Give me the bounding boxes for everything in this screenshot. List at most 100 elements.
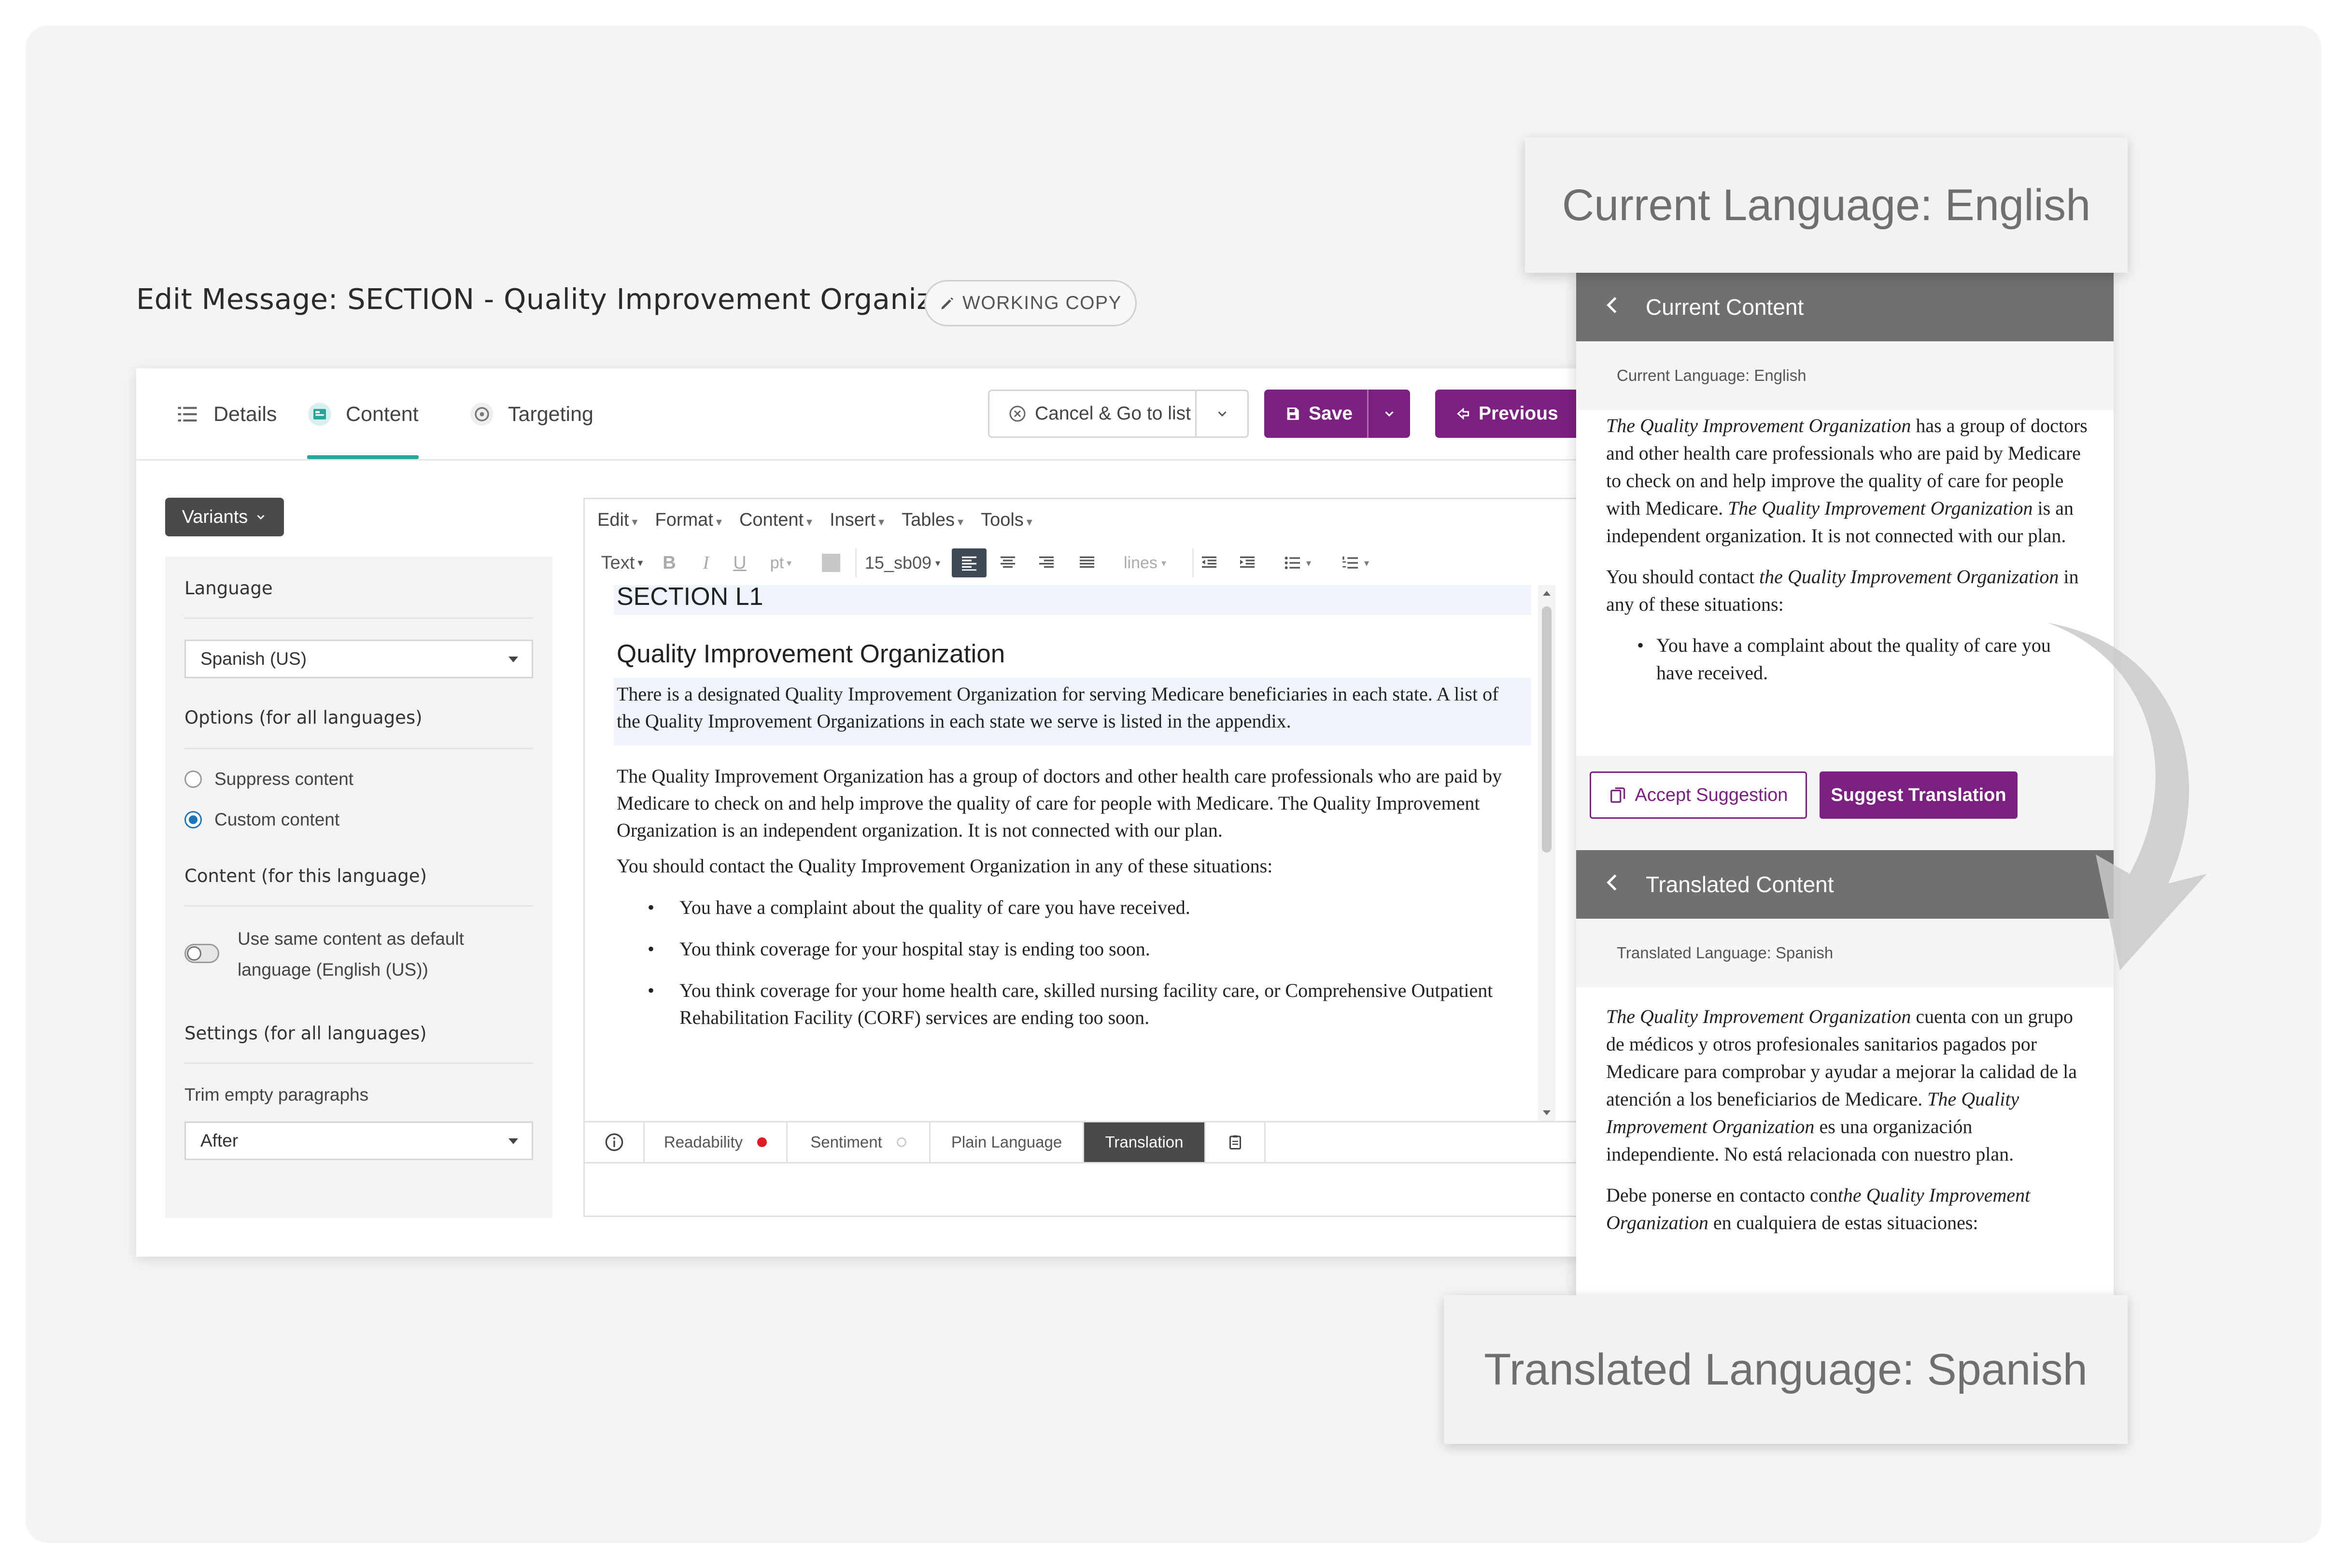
suggest-translation-button[interactable]: Suggest Translation <box>1820 771 2018 819</box>
same-content-toggle[interactable] <box>184 944 219 963</box>
readability-label: Readability <box>663 1133 743 1151</box>
variants-button[interactable]: Variants <box>165 498 284 536</box>
divider <box>184 905 533 907</box>
align-left-icon <box>962 556 976 571</box>
list-item: You think coverage for your hospital sta… <box>617 936 1524 963</box>
tab-targeting[interactable]: Targeting <box>469 392 593 436</box>
settings-label: Settings (for all languages) <box>184 1023 427 1044</box>
cancel-circle-icon <box>1009 406 1026 422</box>
menu-format[interactable]: Format ▾ <box>655 510 722 531</box>
numbered-list-button[interactable]: ▾ <box>1328 548 1382 577</box>
suppress-content-label: Suppress content <box>214 769 353 789</box>
caret-down-icon <box>508 1138 518 1144</box>
font-size-dropdown[interactable]: pt ▾ <box>762 548 800 577</box>
options-label: Options (for all languages) <box>184 707 423 728</box>
save-button[interactable]: Save <box>1264 390 1410 438</box>
italic-button[interactable]: I <box>694 548 718 577</box>
save-dropdown-toggle[interactable] <box>1367 390 1410 438</box>
line-height-dropdown[interactable]: lines ▾ <box>1111 548 1179 577</box>
clipboard-button[interactable] <box>1206 1122 1266 1162</box>
editor-scrollbar[interactable] <box>1538 585 1555 1121</box>
current-content-header[interactable]: Current Content <box>1576 273 2114 341</box>
scroll-up-arrow-icon[interactable] <box>1543 591 1551 596</box>
bullet-list-button[interactable]: ▾ <box>1270 548 1324 577</box>
rich-text-editor: Edit ▾ Format ▾ Content ▾ Insert ▾ Tables ▾ T… <box>583 498 1585 1217</box>
language-select-value: Spanish (US) <box>200 649 307 669</box>
radio-button[interactable] <box>184 770 202 788</box>
doc-paragraph: There is a designated Quality Improvemen… <box>617 683 1499 732</box>
tab-readability[interactable]: Readability <box>645 1122 788 1162</box>
section-heading: SECTION L1 <box>617 585 763 611</box>
working-copy-badge[interactable]: WORKING COPY <box>924 280 1137 326</box>
trim-select[interactable]: After <box>184 1121 533 1160</box>
language-select[interactable]: Spanish (US) <box>184 640 533 678</box>
menu-insert[interactable]: Insert ▾ <box>830 510 884 531</box>
radio-button-selected[interactable] <box>184 811 202 828</box>
menu-tables[interactable]: Tables ▾ <box>902 510 963 531</box>
align-center-icon <box>1001 556 1015 568</box>
divider <box>184 617 533 619</box>
doc-paragraph: You should contact the Quality Improveme… <box>617 855 1273 877</box>
pencil-icon <box>941 297 954 309</box>
chevron-left-icon[interactable] <box>1604 871 1621 897</box>
indent-icon <box>1240 556 1255 568</box>
menu-tools[interactable]: Tools ▾ <box>981 510 1032 531</box>
same-content-line2: language (English (US)) <box>238 960 428 980</box>
suppress-content-radio[interactable]: Suppress content <box>184 769 353 789</box>
language-label: Language <box>184 578 273 599</box>
tab-sentiment[interactable]: Sentiment <box>788 1122 931 1162</box>
align-left-button[interactable] <box>952 548 987 577</box>
tab-content[interactable]: Content <box>307 392 419 459</box>
outdent-button[interactable] <box>1192 548 1225 577</box>
document-area[interactable]: SECTION L1 Quality Improvement Organizat… <box>614 585 1536 1121</box>
cancel-label: Cancel & Go to list <box>1035 403 1191 424</box>
align-right-button[interactable] <box>1032 548 1061 577</box>
tab-details[interactable]: Details <box>175 392 277 436</box>
previous-button[interactable]: Previous <box>1435 390 1585 438</box>
custom-content-radio[interactable]: Custom content <box>184 810 339 830</box>
chevron-left-icon[interactable] <box>1604 294 1621 320</box>
translated-paragraph: Debe ponerse en contacto conthe Quality … <box>1606 1184 2031 1233</box>
current-content-title: Current Content <box>1646 294 1804 320</box>
align-center-button[interactable] <box>993 548 1022 577</box>
menu-content[interactable]: Content ▾ <box>739 510 812 531</box>
accept-suggestion-button[interactable]: Accept Suggestion <box>1590 771 1807 819</box>
tab-translation[interactable]: Translation <box>1084 1122 1206 1162</box>
bullet-list-icon <box>1284 557 1300 569</box>
chevron-down-icon: ▾ <box>1306 558 1312 569</box>
bold-button[interactable]: B <box>657 548 681 577</box>
copy-icon <box>1610 787 1625 803</box>
page-title: Edit Message: SECTION - Quality Improvem… <box>136 282 1005 316</box>
editor-menubar: Edit ▾ Format ▾ Content ▾ Insert ▾ Tables ▾ T… <box>585 499 1583 541</box>
indent-button[interactable] <box>1232 548 1263 577</box>
style-dropdown[interactable]: 15_sb09 ▾ <box>855 548 948 577</box>
save-label: Save <box>1309 403 1353 424</box>
align-justify-button[interactable] <box>1073 548 1101 577</box>
chevron-down-icon <box>1218 411 1227 417</box>
info-icon <box>605 1133 623 1151</box>
text-style-dropdown[interactable]: Text ▾ <box>595 548 649 577</box>
font-size-label: pt <box>770 553 784 572</box>
caret-down-icon <box>508 657 518 662</box>
scroll-thumb[interactable] <box>1542 606 1552 853</box>
text-color-button[interactable] <box>812 548 850 577</box>
tab-details-label: Details <box>213 402 277 426</box>
cancel-dropdown-toggle[interactable] <box>1195 391 1247 436</box>
trim-empty-paragraphs-label: Trim empty paragraphs <box>184 1085 369 1105</box>
cancel-go-to-list-button[interactable]: Cancel & Go to list <box>988 390 1249 438</box>
tab-plain-language[interactable]: Plain Language <box>931 1122 1084 1162</box>
variants-label: Variants <box>182 506 248 527</box>
readability-status-dot <box>757 1137 767 1147</box>
accept-suggestion-label: Accept Suggestion <box>1635 784 1788 805</box>
targeting-icon <box>470 403 494 426</box>
chevron-down-icon: ▾ <box>1364 558 1369 569</box>
menu-edit[interactable]: Edit ▾ <box>597 510 638 531</box>
scroll-down-arrow-icon[interactable] <box>1543 1110 1551 1115</box>
suggest-translation-label: Suggest Translation <box>1831 784 2006 805</box>
info-button[interactable] <box>585 1122 645 1162</box>
variant-settings-panel: Language Spanish (US) Options (for all l… <box>165 557 552 1218</box>
same-content-label: Use same content as default language (En… <box>238 924 464 985</box>
same-content-line1: Use same content as default <box>238 929 464 949</box>
custom-content-label: Custom content <box>214 810 340 829</box>
underline-button[interactable]: U <box>728 548 752 577</box>
